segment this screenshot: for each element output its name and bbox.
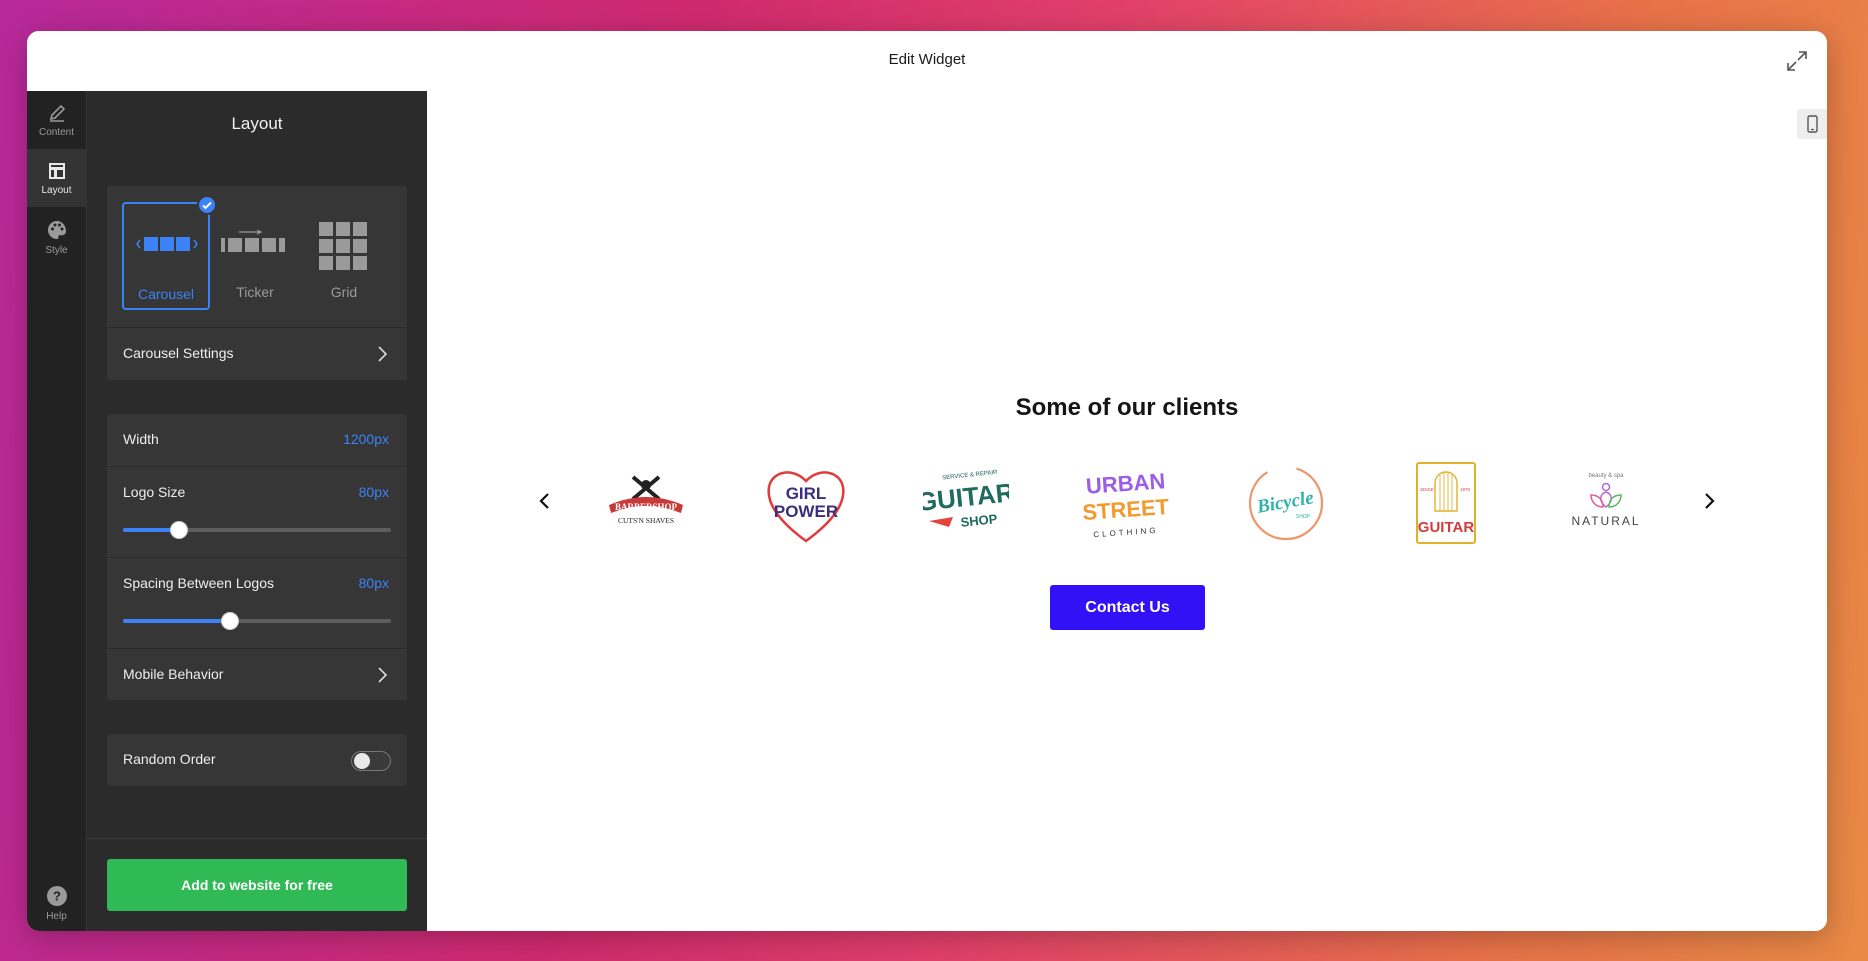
- carousel-prev-arrow[interactable]: [535, 491, 555, 511]
- logo-barbershop: BARBERSHOP CUTS'N SHAVES: [609, 475, 683, 525]
- carousel-icon: [136, 237, 198, 251]
- logo-text: BARBERSHOP: [615, 502, 678, 512]
- logo-text: STREET: [1083, 494, 1169, 525]
- rail-item-label: Content: [38, 127, 75, 138]
- logo-size-label: Logo Size: [123, 484, 186, 500]
- grid-icon: [319, 222, 367, 270]
- mobile-behavior-label: Mobile Behavior: [123, 666, 224, 682]
- spacing-row: Spacing Between Logos 80px: [107, 558, 407, 649]
- logo-text: GUITAR: [1418, 519, 1475, 536]
- layout-option-ticker[interactable]: Ticker: [211, 202, 299, 310]
- rail-item-style[interactable]: Style: [27, 207, 86, 265]
- mobile-behavior-row[interactable]: Mobile Behavior: [107, 649, 407, 701]
- rail-item-layout[interactable]: Layout: [27, 149, 86, 207]
- slider-knob[interactable]: [170, 521, 189, 539]
- logo-urban-street: URBAN STREET CLOTHING: [1083, 468, 1169, 540]
- top-bar: Edit Widget: [27, 31, 1827, 92]
- window-title: Edit Widget: [888, 51, 966, 68]
- carousel-settings-label: Carousel Settings: [123, 345, 234, 361]
- width-label: Width: [123, 431, 159, 447]
- layout-option-grid[interactable]: Grid: [300, 202, 388, 310]
- layout-option-label: Carousel: [137, 286, 195, 302]
- slider-knob[interactable]: [221, 612, 240, 630]
- logo-natural: beauty & spa NATURAL: [1571, 473, 1640, 528]
- layout-option-carousel[interactable]: Carousel: [122, 195, 217, 310]
- palette-icon: [47, 221, 66, 239]
- random-order-toggle[interactable]: [351, 751, 391, 771]
- logo-guitar-badge: SINCE 1970 GUITAR: [1416, 462, 1476, 544]
- widget-editor-window: Edit Widget Content Layout Style ? Help …: [27, 31, 1827, 931]
- preview-heading: Some of our clients: [1015, 394, 1239, 421]
- layout-option-label: Grid: [330, 284, 358, 300]
- mobile-preview-button[interactable]: [1797, 109, 1827, 139]
- chevron-right-icon: [378, 346, 388, 362]
- panel-title: Layout: [231, 114, 283, 133]
- spacing-slider[interactable]: [123, 612, 391, 630]
- logo-text: CLOTHING: [1093, 526, 1159, 540]
- logo-size-slider[interactable]: [123, 521, 391, 539]
- logo-girl-power: GIRL POWER: [767, 471, 845, 543]
- logo-guitar-shop: SERVICE & REPAIR GUITAR SHOP: [923, 470, 1009, 530]
- ticker-icon: [221, 230, 285, 252]
- rail-item-label: Style: [45, 245, 68, 256]
- layout-option-label: Ticker: [236, 284, 274, 300]
- layout-type-card: Carousel Ticker Grid Carousel Settings: [107, 186, 407, 380]
- rail-item-help[interactable]: ? Help: [27, 873, 86, 931]
- logo-bicycle: Bicycle SHOP: [1248, 465, 1324, 541]
- logo-text: beauty & spa: [1588, 473, 1624, 479]
- rail-item-content[interactable]: Content: [27, 91, 86, 149]
- add-to-website-button[interactable]: Add to website for free: [107, 859, 407, 911]
- logo-text: POWER: [774, 502, 838, 521]
- layout-icon: [48, 163, 65, 179]
- spacing-value: 80px: [358, 575, 389, 591]
- contact-us-button[interactable]: Contact Us: [1050, 585, 1205, 630]
- spacing-label: Spacing Between Logos: [123, 575, 274, 591]
- help-icon: ?: [46, 886, 67, 906]
- slider-fill: [123, 619, 231, 623]
- logo-text: CUTS'N SHAVES: [618, 516, 674, 525]
- width-value[interactable]: 1200px: [343, 431, 389, 447]
- random-order-row: Random Order: [107, 734, 407, 786]
- rail-item-label: Help: [46, 911, 67, 922]
- random-order-card: Random Order: [107, 734, 407, 786]
- mobile-device-icon: [1807, 115, 1818, 133]
- rail-item-label: Layout: [41, 185, 72, 196]
- cta-footer: Add to website for free: [87, 838, 427, 931]
- pencil-icon: [49, 104, 65, 122]
- logo-text: NATURAL: [1571, 514, 1640, 528]
- logo-text: GIRL: [786, 484, 827, 503]
- width-row[interactable]: Width 1200px: [107, 414, 407, 467]
- logo-text: 1970: [1460, 487, 1471, 492]
- toggle-knob: [354, 753, 370, 769]
- carousel-settings-row[interactable]: Carousel Settings: [107, 327, 407, 380]
- logo-size-value: 80px: [358, 484, 389, 500]
- chevron-right-icon: [378, 667, 388, 683]
- logo-size-row: Logo Size 80px: [107, 467, 407, 558]
- logo-text: SHOP: [1296, 514, 1311, 520]
- carousel-next-arrow[interactable]: [1699, 491, 1719, 511]
- settings-panel: Layout Carousel Ticker Grid Carousel Set…: [87, 91, 427, 931]
- logo-text: SHOP: [960, 511, 999, 530]
- widget-preview: Some of our clients BARBERSHOP CUTS'N SH…: [427, 91, 1827, 931]
- left-nav-rail: Content Layout Style ? Help: [27, 91, 87, 931]
- random-order-label: Random Order: [123, 751, 216, 767]
- expand-icon[interactable]: [1785, 49, 1809, 73]
- logo-text: SINCE: [1420, 487, 1434, 492]
- size-settings-card: Width 1200px Logo Size 80px Spacing Betw…: [107, 414, 407, 700]
- svg-text:?: ?: [53, 889, 61, 904]
